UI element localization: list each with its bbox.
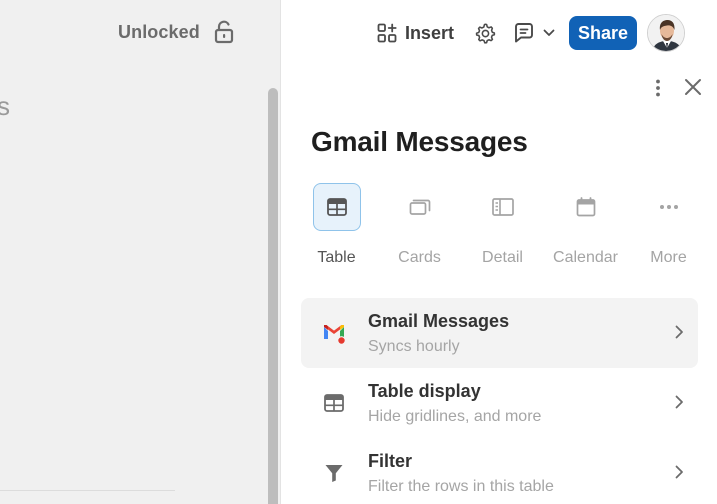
calendar-icon	[576, 197, 595, 217]
comment-icon	[515, 23, 533, 43]
panel-more-button[interactable]	[652, 78, 664, 103]
chevron-down-icon	[543, 29, 555, 36]
divider	[0, 490, 175, 491]
settings-item-text: Gmail Messages Syncs hourly	[368, 311, 698, 356]
gmail-icon	[324, 325, 346, 345]
chevron-right-icon	[675, 465, 683, 479]
vertical-dots-icon	[656, 79, 660, 97]
settings-item-title: Gmail Messages	[368, 310, 510, 331]
partial-heading: s	[0, 91, 10, 121]
insert-label: Insert	[404, 22, 454, 43]
gear-icon	[475, 23, 496, 44]
settings-button[interactable]	[474, 22, 496, 44]
settings-item-table-display[interactable]: Table display Hide gridlines, and more	[301, 368, 698, 438]
insert-button[interactable]: Insert	[377, 23, 454, 44]
filter-icon	[325, 465, 343, 482]
share-button[interactable]: Share	[568, 16, 637, 50]
close-icon	[685, 79, 701, 95]
chevron-right-icon	[675, 395, 683, 409]
comments-dropdown[interactable]	[543, 29, 555, 37]
view-type-detail-box	[479, 183, 527, 231]
settings-item-subtitle: Hide gridlines, and more	[368, 407, 542, 425]
view-type-more-box	[645, 183, 693, 231]
insert-icon	[377, 23, 397, 43]
view-type-label: Calendar	[553, 249, 618, 266]
panel-title: Gmail Messages	[311, 126, 528, 157]
avatar[interactable]	[647, 14, 685, 52]
settings-item-subtitle: Syncs hourly	[368, 337, 460, 355]
table-icon	[324, 394, 344, 412]
view-type-label: Cards	[398, 249, 441, 266]
doc-canvas: Unlocked s	[0, 0, 266, 504]
settings-item-source[interactable]: Gmail Messages Syncs hourly	[301, 298, 698, 368]
settings-item-text: Table display Hide gridlines, and more	[368, 381, 698, 426]
top-toolbar: Insert Share	[377, 14, 717, 52]
pane-divider	[280, 0, 281, 504]
table-icon	[326, 198, 347, 216]
view-type-more[interactable]: More	[627, 183, 710, 267]
view-type-table-box	[312, 183, 361, 231]
settings-item-filter[interactable]: Filter Filter the rows in this table	[301, 438, 698, 504]
view-type-label: Detail	[482, 249, 523, 266]
chevron-right-icon	[675, 325, 683, 339]
cards-icon	[409, 199, 430, 215]
lock-status-label: Unlocked	[118, 21, 200, 42]
view-type-cards[interactable]: Cards	[378, 183, 461, 267]
view-type-calendar[interactable]: Calendar	[544, 183, 627, 267]
close-panel-button[interactable]	[684, 78, 702, 101]
unlock-icon	[214, 20, 233, 44]
settings-item-text: Filter Filter the rows in this table	[368, 451, 698, 496]
settings-item-subtitle: Filter the rows in this table	[368, 477, 554, 495]
view-type-picker: Table Cards Detail Calendar More	[295, 183, 710, 267]
view-type-cards-box	[396, 183, 444, 231]
settings-item-icon	[311, 394, 357, 412]
view-type-calendar-box	[562, 183, 610, 231]
view-type-table[interactable]: Table	[295, 183, 378, 267]
settings-item-icon	[311, 463, 357, 483]
settings-item-title: Filter	[368, 450, 413, 471]
detail-icon	[491, 198, 514, 216]
settings-list: Gmail Messages Syncs hourly Table displa…	[301, 298, 698, 504]
more-icon	[659, 205, 678, 209]
user-photo	[648, 15, 684, 51]
settings-item-icon	[311, 321, 357, 345]
settings-item-title: Table display	[368, 380, 481, 401]
view-type-detail[interactable]: Detail	[461, 183, 544, 267]
lock-status[interactable]: Unlocked	[118, 20, 234, 44]
comments-button[interactable]	[513, 22, 535, 44]
view-type-label: Table	[317, 249, 356, 266]
view-type-label: More	[650, 249, 687, 266]
scrollbar-thumb[interactable]	[268, 88, 278, 504]
